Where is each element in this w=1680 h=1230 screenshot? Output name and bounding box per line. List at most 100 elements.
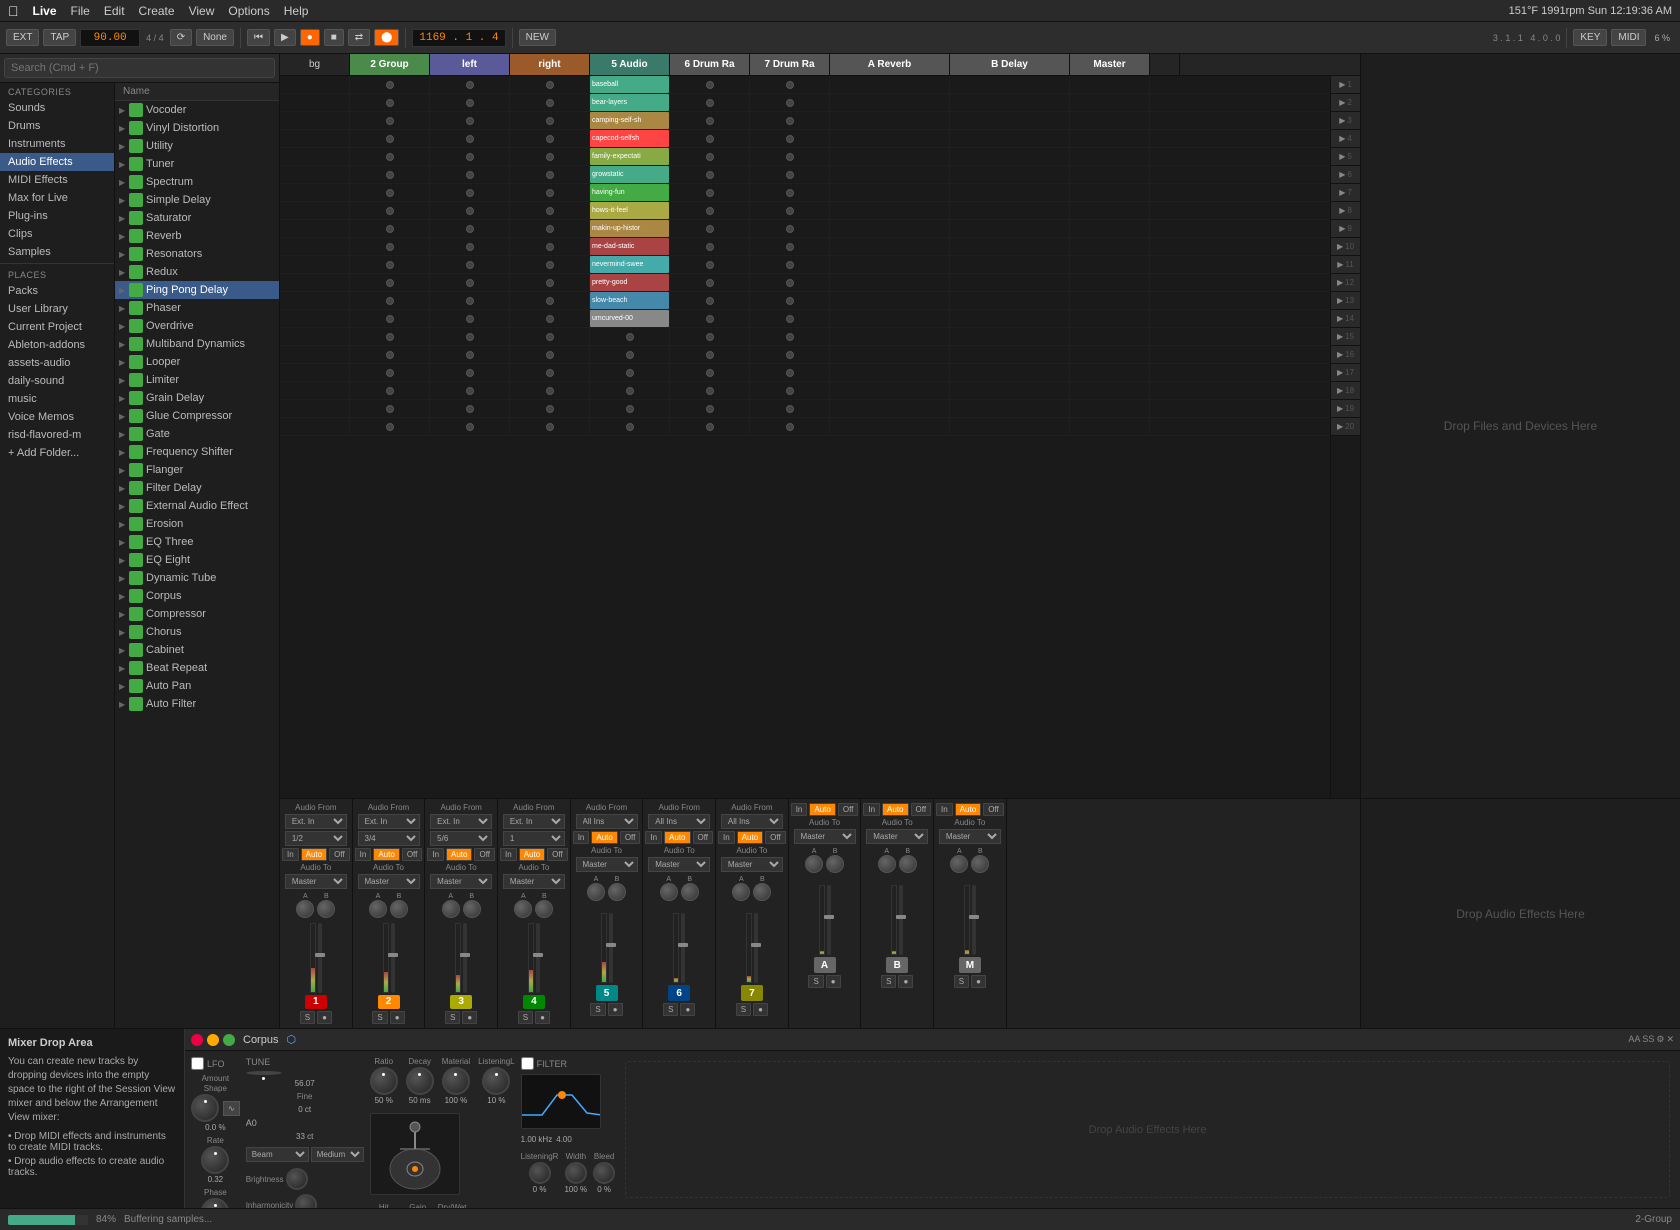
clip-dot[interactable] bbox=[706, 423, 714, 431]
rate-knob[interactable] bbox=[201, 1146, 229, 1174]
clip-dot[interactable] bbox=[466, 315, 474, 323]
track-cell[interactable] bbox=[750, 256, 830, 273]
fader-track[interactable] bbox=[827, 885, 831, 955]
clip-dot[interactable] bbox=[786, 207, 794, 215]
track-cell[interactable] bbox=[510, 166, 590, 183]
track-cell[interactable] bbox=[1070, 346, 1150, 363]
track-cell[interactable] bbox=[430, 202, 510, 219]
send-a-knob[interactable] bbox=[805, 855, 823, 873]
audio-to-select[interactable]: Master bbox=[503, 874, 565, 889]
fader-thumb[interactable] bbox=[315, 953, 325, 957]
track-cell[interactable] bbox=[750, 310, 830, 327]
track-cell[interactable] bbox=[950, 310, 1070, 327]
send-a-knob[interactable] bbox=[442, 900, 460, 918]
track-cell[interactable] bbox=[1070, 166, 1150, 183]
clip-dot[interactable] bbox=[466, 117, 474, 125]
sidebar-item-instruments[interactable]: Instruments bbox=[0, 135, 114, 153]
clip-dot[interactable] bbox=[786, 225, 794, 233]
track-cell[interactable] bbox=[280, 382, 350, 399]
track-cell[interactable]: slow-beach bbox=[590, 292, 670, 309]
clip-dot[interactable] bbox=[546, 387, 554, 395]
clip-slot[interactable]: family-expectati bbox=[590, 148, 669, 165]
clip-dot[interactable] bbox=[626, 405, 634, 413]
track-cell[interactable]: family-expectati bbox=[590, 148, 670, 165]
scene-launch-button[interactable]: ▶10 bbox=[1331, 238, 1360, 256]
fader-thumb[interactable] bbox=[824, 915, 834, 919]
track-cell[interactable] bbox=[670, 310, 750, 327]
clip-slot[interactable]: nevermind-swee bbox=[590, 256, 669, 273]
clip-dot[interactable] bbox=[706, 207, 714, 215]
item-row[interactable]: ▶ Corpus bbox=[115, 587, 279, 605]
fader-track[interactable] bbox=[972, 885, 976, 955]
track-cell[interactable] bbox=[350, 202, 430, 219]
track-cell[interactable] bbox=[750, 292, 830, 309]
track-cell[interactable] bbox=[670, 220, 750, 237]
clip-slot[interactable]: capecod-selfsh bbox=[590, 130, 669, 147]
clip-dot[interactable] bbox=[466, 279, 474, 287]
tune-knob[interactable] bbox=[246, 1071, 282, 1075]
item-row[interactable]: ▶ EQ Eight bbox=[115, 551, 279, 569]
track-cell[interactable] bbox=[670, 112, 750, 129]
item-row[interactable]: ▶ Vinyl Distortion bbox=[115, 119, 279, 137]
scene-launch-button[interactable]: ▶12 bbox=[1331, 274, 1360, 292]
clip-dot[interactable] bbox=[546, 81, 554, 89]
track-cell[interactable] bbox=[830, 202, 950, 219]
audio-to-select[interactable]: Master bbox=[648, 857, 710, 872]
track-cell[interactable] bbox=[830, 238, 950, 255]
monitor-btn-auto[interactable]: Auto bbox=[301, 848, 327, 861]
track-cell[interactable] bbox=[430, 94, 510, 111]
item-row[interactable]: ▶ Multiband Dynamics bbox=[115, 335, 279, 353]
audio-from-select[interactable]: Ext. In bbox=[430, 814, 492, 829]
item-row[interactable]: ▶ Limiter bbox=[115, 371, 279, 389]
track-cell[interactable] bbox=[950, 256, 1070, 273]
clip-dot[interactable] bbox=[386, 81, 394, 89]
fader-thumb[interactable] bbox=[388, 953, 398, 957]
clip-dot[interactable] bbox=[786, 153, 794, 161]
fader-track[interactable] bbox=[463, 923, 467, 993]
track-cell[interactable] bbox=[830, 220, 950, 237]
audio-to-select[interactable]: Master bbox=[939, 829, 1001, 844]
track-cell[interactable] bbox=[350, 364, 430, 381]
track-cell[interactable] bbox=[1070, 76, 1150, 93]
track-cell[interactable] bbox=[950, 274, 1070, 291]
item-row[interactable]: ▶ Compressor bbox=[115, 605, 279, 623]
monitor-btn-in[interactable]: In bbox=[791, 803, 808, 816]
track-cell[interactable] bbox=[830, 310, 950, 327]
send-b-knob[interactable] bbox=[390, 900, 408, 918]
mute-button[interactable]: ● bbox=[753, 1003, 768, 1016]
clip-dot[interactable] bbox=[786, 135, 794, 143]
track-cell[interactable] bbox=[280, 166, 350, 183]
track-cell[interactable] bbox=[1070, 238, 1150, 255]
track-header-4[interactable]: 6 Drum Ra bbox=[670, 54, 750, 75]
clip-dot[interactable] bbox=[546, 171, 554, 179]
track-cell[interactable] bbox=[670, 292, 750, 309]
audio-from-select[interactable]: Ext. In bbox=[285, 814, 347, 829]
clip-dot[interactable] bbox=[466, 261, 474, 269]
track-cell[interactable] bbox=[1070, 130, 1150, 147]
sidebar-item-midi-effects[interactable]: MIDI Effects bbox=[0, 171, 114, 189]
track-cell[interactable] bbox=[750, 130, 830, 147]
solo-button[interactable]: S bbox=[300, 1011, 315, 1024]
clip-dot[interactable] bbox=[626, 423, 634, 431]
filter-toggle[interactable] bbox=[521, 1057, 534, 1070]
clip-slot[interactable]: growstatic bbox=[590, 166, 669, 183]
monitor-btn-off[interactable]: Off bbox=[765, 831, 786, 844]
scene-launch-button[interactable]: ▶7 bbox=[1331, 184, 1360, 202]
track-cell[interactable] bbox=[350, 418, 430, 435]
audio-from-select[interactable]: Ext. In bbox=[503, 814, 565, 829]
clip-dot[interactable] bbox=[706, 117, 714, 125]
monitor-btn-off[interactable]: Off bbox=[693, 831, 714, 844]
device-minimize-button[interactable] bbox=[207, 1034, 219, 1046]
clip-slot[interactable]: slow-beach bbox=[590, 292, 669, 309]
track-cell[interactable] bbox=[510, 292, 590, 309]
resonator-type-select[interactable]: Beam Marimba String Membrane Plate Pipe bbox=[246, 1147, 309, 1162]
clip-dot[interactable] bbox=[786, 405, 794, 413]
clip-dot[interactable] bbox=[466, 405, 474, 413]
track-cell[interactable]: baseball bbox=[590, 76, 670, 93]
track-cell[interactable] bbox=[280, 94, 350, 111]
mute-button[interactable]: ● bbox=[390, 1011, 405, 1024]
track-cell[interactable] bbox=[1070, 310, 1150, 327]
audio-to-select[interactable]: Master bbox=[358, 874, 420, 889]
clip-dot[interactable] bbox=[466, 423, 474, 431]
track-cell[interactable] bbox=[1070, 400, 1150, 417]
